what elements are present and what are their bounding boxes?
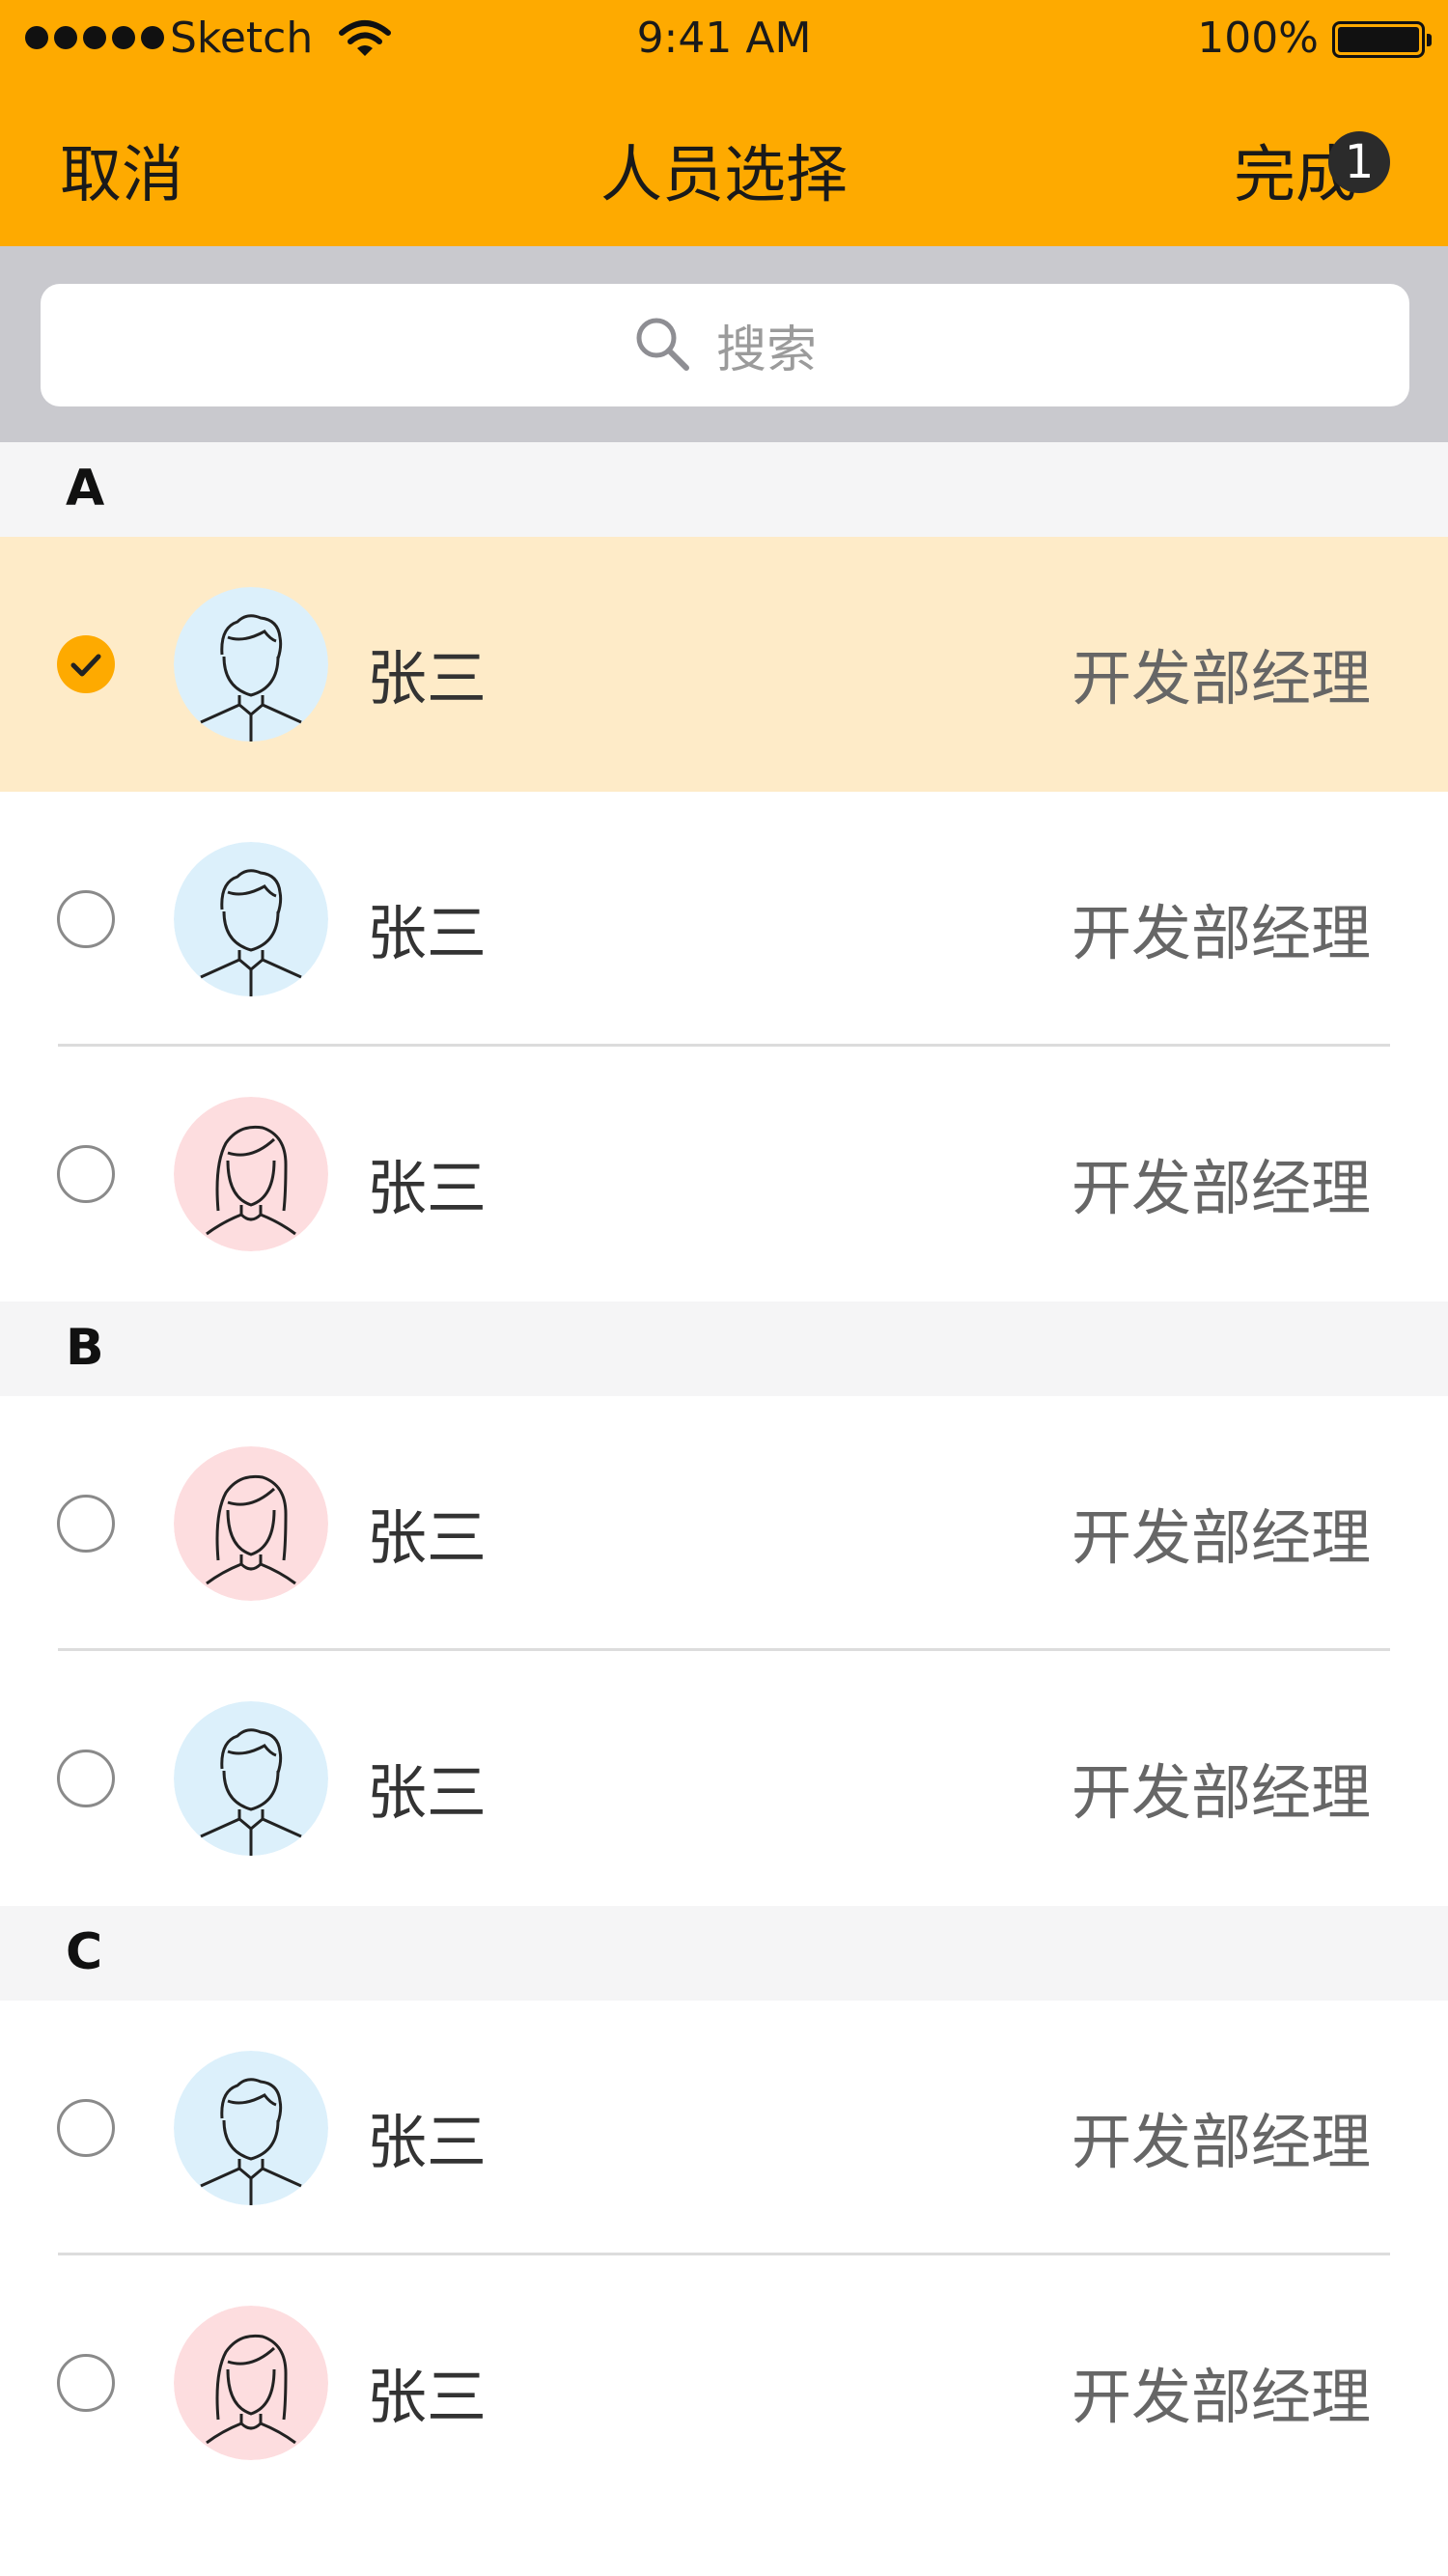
battery-icon <box>1332 21 1432 58</box>
person-name: 张三 <box>367 898 487 968</box>
person-role: 开发部经理 <box>1071 898 1371 968</box>
radio-unchecked-icon[interactable] <box>57 2354 115 2412</box>
person-row[interactable]: 张三 开发部经理 <box>0 1047 1448 1302</box>
section-letter: C <box>66 1923 103 1981</box>
person-role: 开发部经理 <box>1071 1153 1371 1223</box>
person-role: 开发部经理 <box>1071 1502 1371 1573</box>
radio-unchecked-icon[interactable] <box>57 890 115 948</box>
section-header-b: B <box>0 1302 1448 1398</box>
battery-percentage: 100% <box>1197 14 1319 63</box>
page-title: 人员选择 <box>600 140 848 211</box>
section-header-c: C <box>0 1906 1448 2002</box>
person-role: 开发部经理 <box>1071 1757 1371 1828</box>
search-icon <box>633 315 691 377</box>
female-avatar-icon <box>174 1097 328 1251</box>
search-placeholder: 搜索 <box>715 322 817 379</box>
person-name: 张三 <box>367 2362 487 2432</box>
section-letter: B <box>66 1319 104 1377</box>
person-row[interactable]: 张三 开发部经理 <box>0 792 1448 1047</box>
person-name: 张三 <box>367 1502 487 1573</box>
person-row[interactable]: 张三 开发部经理 <box>0 2255 1448 2510</box>
radio-unchecked-icon[interactable] <box>57 2099 115 2157</box>
section-header-a: A <box>0 442 1448 539</box>
person-row[interactable]: 张三 开发部经理 <box>0 1651 1448 1906</box>
radio-unchecked-icon[interactable] <box>57 1145 115 1203</box>
selected-count-badge: 1 <box>1328 131 1390 193</box>
person-name: 张三 <box>367 2107 487 2177</box>
person-role: 开发部经理 <box>1071 643 1371 714</box>
top-bar: Sketch 9:41 AM 100% 取消 人员选择 完成 1 <box>0 0 1448 246</box>
person-name: 张三 <box>367 643 487 714</box>
person-name: 张三 <box>367 1757 487 1828</box>
radio-unchecked-icon[interactable] <box>57 1750 115 1807</box>
person-name: 张三 <box>367 1153 487 1223</box>
radio-unchecked-icon[interactable] <box>57 1495 115 1553</box>
female-avatar-icon <box>174 1446 328 1601</box>
male-avatar-icon <box>174 587 328 742</box>
person-row[interactable]: 张三 开发部经理 <box>0 537 1448 792</box>
person-row[interactable]: 张三 开发部经理 <box>0 2001 1448 2255</box>
checkmark-icon[interactable] <box>57 635 115 693</box>
female-avatar-icon <box>174 2306 328 2460</box>
section-letter: A <box>66 460 105 518</box>
male-avatar-icon <box>174 2051 328 2205</box>
person-role: 开发部经理 <box>1071 2107 1371 2177</box>
person-row[interactable]: 张三 开发部经理 <box>0 1396 1448 1651</box>
status-bar: Sketch 9:41 AM 100% <box>0 0 1448 83</box>
male-avatar-icon <box>174 1701 328 1856</box>
search-input[interactable]: 搜索 <box>41 284 1409 406</box>
navigation-bar: 取消 人员选择 完成 1 <box>0 83 1448 246</box>
search-bar: 搜索 <box>0 246 1448 442</box>
person-role: 开发部经理 <box>1071 2362 1371 2432</box>
male-avatar-icon <box>174 842 328 996</box>
